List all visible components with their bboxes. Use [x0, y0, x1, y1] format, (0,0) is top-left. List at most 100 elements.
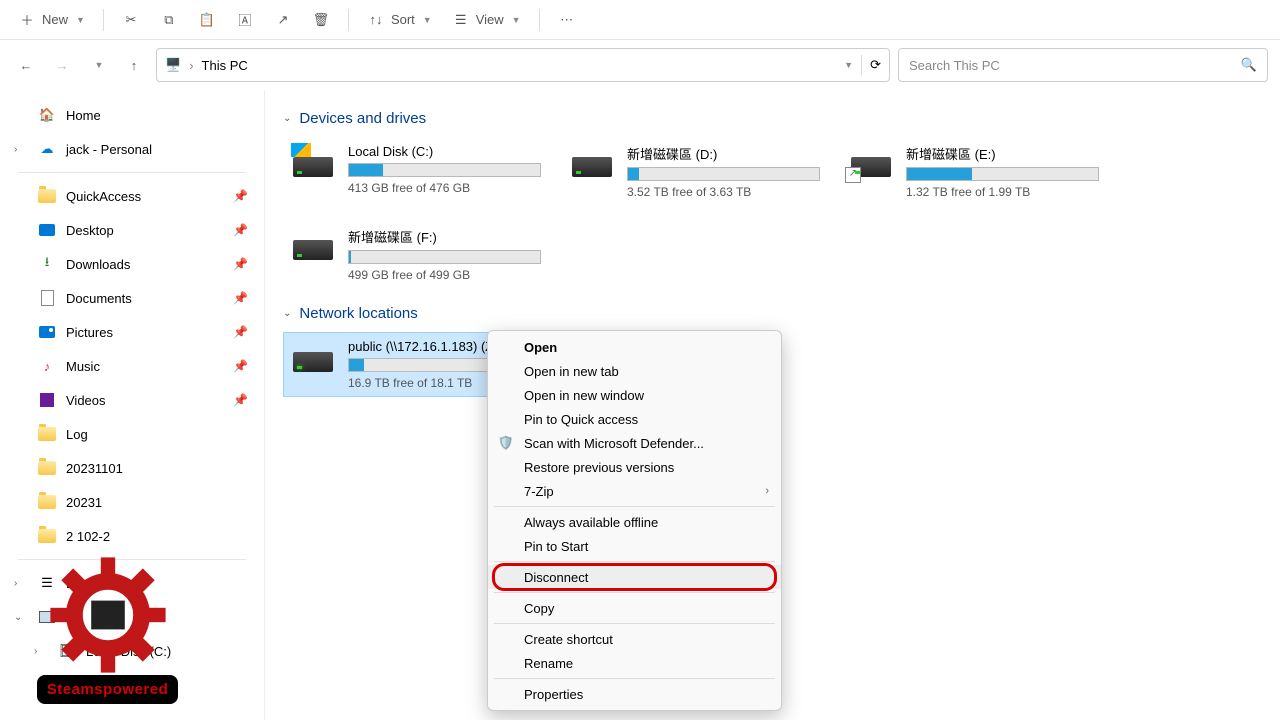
drive-name: 新增磁碟區 (E:) — [906, 144, 1099, 163]
ctx-7zip[interactable]: 7-Zip› — [488, 479, 781, 503]
drive-free-text: 1.32 TB free of 1.99 TB — [906, 185, 1099, 199]
context-menu: Open Open in new tab Open in new window … — [487, 330, 782, 711]
sidebar-home[interactable]: 🏠 Home — [4, 98, 260, 132]
separator — [494, 623, 775, 624]
ctx-pin-start[interactable]: Pin to Start — [488, 534, 781, 558]
watermark: Steamspowered — [40, 514, 175, 704]
ctx-copy[interactable]: Copy — [488, 596, 781, 620]
sidebar-item-desktop[interactable]: Desktop📌 — [4, 213, 260, 247]
drive-item[interactable]: 新增磁碟區 (F:) 499 GB free of 499 GB — [283, 220, 548, 289]
ctx-open-tab[interactable]: Open in new tab — [488, 359, 781, 383]
delete-button[interactable]: 🗑 — [304, 7, 338, 33]
drive-usage-bar — [348, 250, 541, 264]
pin-icon: 📌 — [233, 189, 248, 203]
paste-button[interactable]: 📋 — [190, 7, 224, 33]
cut-button[interactable]: ✂ — [114, 7, 148, 33]
new-button[interactable]: ＋ New ▼ — [10, 7, 93, 33]
sidebar-onedrive[interactable]: › ☁ jack - Personal — [4, 132, 260, 166]
share-icon: ↗ — [274, 11, 292, 29]
drive-usage-bar — [627, 167, 820, 181]
separator — [539, 9, 540, 31]
separator — [494, 678, 775, 679]
chevron-down-icon: ▼ — [95, 60, 104, 70]
desktop-icon — [38, 221, 56, 239]
sidebar-item-20231101[interactable]: 20231101 — [4, 451, 260, 485]
chevron-down-icon: ▼ — [512, 15, 521, 25]
sidebar-label: Log — [66, 427, 88, 442]
chevron-down-icon: ⌄ — [283, 308, 291, 319]
chevron-down-icon: ⌄ — [14, 612, 22, 623]
ctx-disconnect[interactable]: Disconnect — [488, 565, 781, 589]
pin-icon: 📌 — [233, 325, 248, 339]
chevron-right-icon: › — [189, 58, 193, 73]
sidebar-item-quickaccess[interactable]: QuickAccess📌 — [4, 179, 260, 213]
sidebar-label: 20231101 — [66, 461, 123, 476]
pin-icon: 📌 — [233, 359, 248, 373]
search-bar[interactable]: 🔍 — [898, 48, 1268, 82]
delete-icon: 🗑 — [312, 11, 330, 29]
sidebar-label: jack - Personal — [66, 142, 152, 157]
ctx-pin-qa[interactable]: Pin to Quick access — [488, 407, 781, 431]
chevron-down-icon: ▼ — [423, 15, 432, 25]
separator — [18, 172, 246, 173]
drive-item[interactable]: Local Disk (C:) 413 GB free of 476 GB — [283, 137, 548, 206]
sidebar-item-music[interactable]: ♪ Music 📌 — [4, 349, 260, 383]
ctx-restore[interactable]: Restore previous versions — [488, 455, 781, 479]
videos-icon — [38, 391, 56, 409]
sidebar-label: Downloads — [66, 257, 130, 272]
rename-button[interactable]: 🄰 — [228, 7, 262, 33]
copy-icon: ⧉ — [160, 11, 178, 29]
chevron-down-icon: ⌄ — [283, 113, 291, 124]
search-input[interactable] — [909, 58, 1241, 73]
ctx-shortcut[interactable]: Create shortcut — [488, 627, 781, 651]
cut-icon: ✂ — [122, 11, 140, 29]
chevron-right-icon: › — [765, 485, 769, 497]
sidebar-item-log[interactable]: Log — [4, 417, 260, 451]
view-label: View — [476, 12, 504, 27]
rename-icon: 🄰 — [236, 11, 254, 29]
search-icon: 🔍 — [1241, 57, 1257, 73]
nav-recent[interactable]: ▼ — [84, 51, 112, 79]
sidebar-label: 20231 — [66, 495, 102, 510]
downloads-icon: ⭳ — [38, 255, 56, 273]
ctx-properties[interactable]: Properties — [488, 682, 781, 706]
pin-icon: 📌 — [233, 291, 248, 305]
section-label: Devices and drives — [299, 110, 426, 127]
ctx-scan[interactable]: 🛡️Scan with Microsoft Defender... — [488, 431, 781, 455]
sidebar-item-pictures[interactable]: Pictures📌 — [4, 315, 260, 349]
section-devices[interactable]: ⌄ Devices and drives — [283, 110, 1262, 127]
separator — [494, 506, 775, 507]
refresh-button[interactable]: ⟳ — [870, 57, 881, 73]
ctx-rename[interactable]: Rename — [488, 651, 781, 675]
ctx-open[interactable]: Open — [488, 335, 781, 359]
shield-icon: 🛡️ — [498, 435, 514, 451]
drive-name: 新增磁碟區 (D:) — [627, 144, 820, 163]
view-button[interactable]: ☰ View ▼ — [444, 7, 529, 33]
chevron-right-icon: › — [14, 144, 17, 155]
nav-up[interactable]: ↑ — [120, 51, 148, 79]
chevron-right-icon: › — [34, 646, 37, 657]
chevron-down-icon: ▼ — [76, 15, 85, 25]
drive-item[interactable]: 新增磁碟區 (D:) 3.52 TB free of 3.63 TB — [562, 137, 827, 206]
sort-button[interactable]: ↑↓ Sort ▼ — [359, 7, 440, 33]
ctx-open-window[interactable]: Open in new window — [488, 383, 781, 407]
nav-forward[interactable]: → — [48, 51, 76, 79]
cloud-icon: ☁ — [38, 140, 56, 158]
folder-icon — [38, 493, 56, 511]
sidebar-item-documents[interactable]: Documents📌 — [4, 281, 260, 315]
share-button[interactable]: ↗ — [266, 7, 300, 33]
more-button[interactable]: ⋯ — [550, 7, 584, 33]
sidebar-item-videos[interactable]: Videos📌 — [4, 383, 260, 417]
music-icon: ♪ — [38, 357, 56, 375]
address-bar[interactable]: 🖥️ › This PC ▼ ⟳ — [156, 48, 890, 82]
drive-item[interactable]: 新增磁碟區 (E:) 1.32 TB free of 1.99 TB — [841, 137, 1106, 206]
section-network[interactable]: ⌄ Network locations — [283, 305, 1262, 322]
drives-list: Local Disk (C:) 413 GB free of 476 GB 新增… — [283, 137, 1262, 289]
gear-icon — [48, 555, 168, 675]
ctx-always-offline[interactable]: Always available offline — [488, 510, 781, 534]
copy-button[interactable]: ⧉ — [152, 7, 186, 33]
sidebar-item-downloads[interactable]: ⭳Downloads📌 — [4, 247, 260, 281]
nav-back[interactable]: ← — [12, 51, 40, 79]
sidebar-label: Music — [66, 359, 100, 374]
folder-icon — [38, 187, 56, 205]
